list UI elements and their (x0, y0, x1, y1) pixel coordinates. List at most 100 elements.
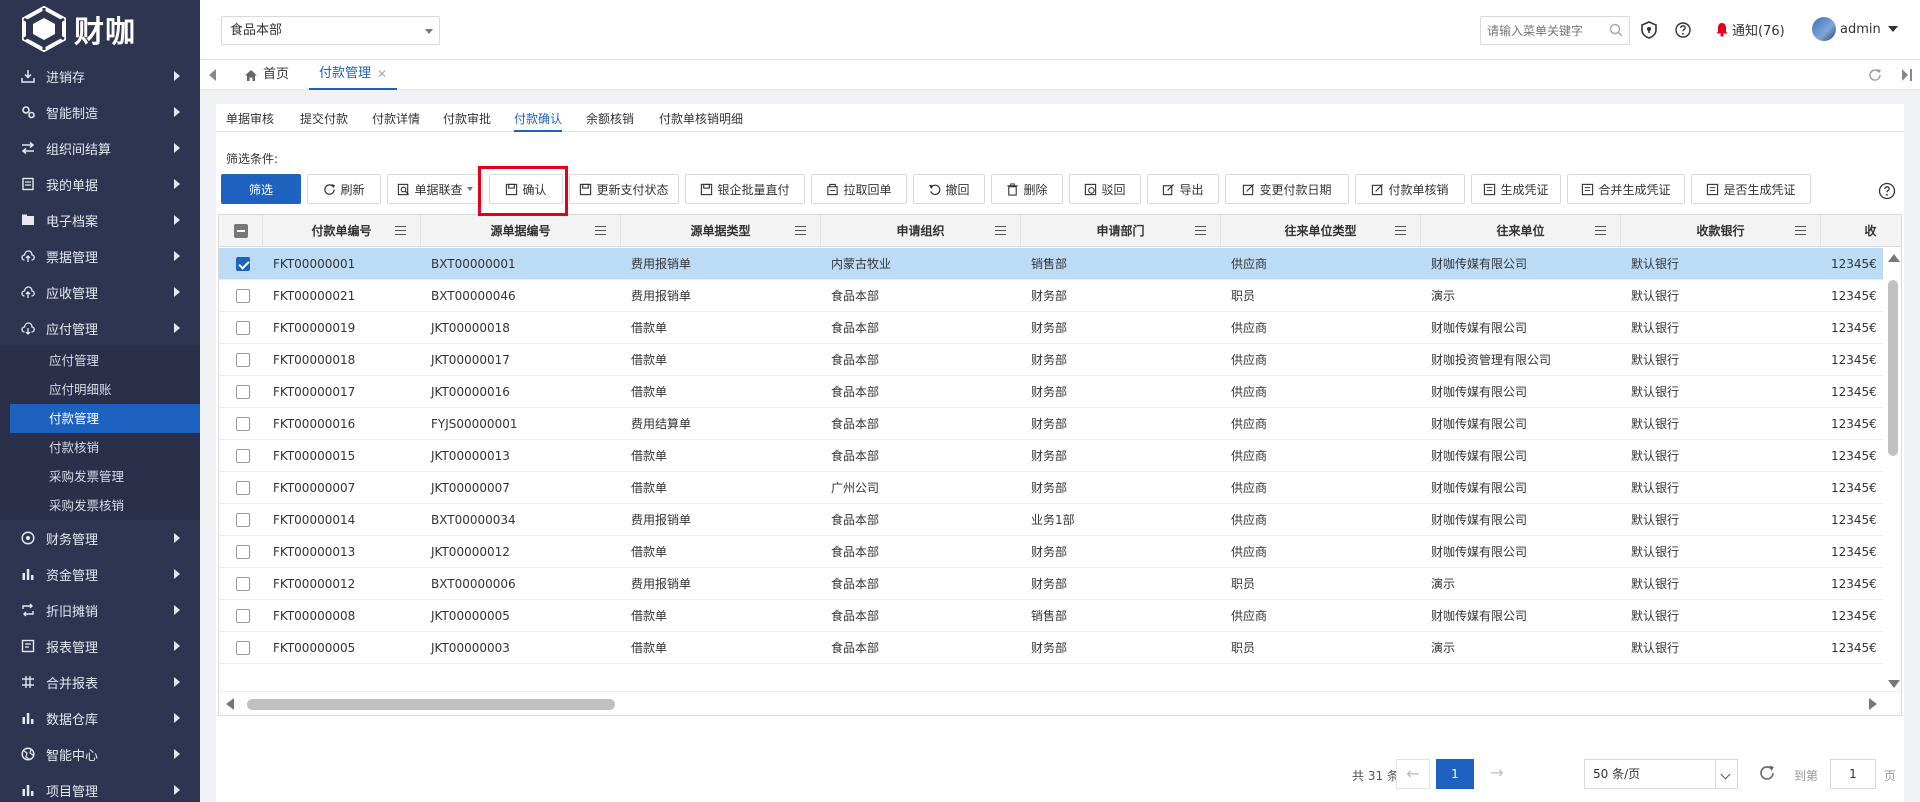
page-size-select[interactable]: 50 条/页 (1584, 759, 1738, 789)
bank-direct-pay-button[interactable]: 银企批量直付 (685, 174, 805, 204)
sidebar-item-menu-top-2[interactable]: 组织间结算 (0, 130, 200, 166)
column-header[interactable]: 付款单编号 (263, 215, 421, 247)
table-row[interactable]: FKT00000015 JKT00000013 借款单 食品本部 财务部 供应商 财咖传媒有… (219, 440, 1883, 472)
column-menu-icon[interactable] (1395, 226, 1406, 235)
menu-search-box[interactable] (1480, 16, 1630, 45)
sidebar-item-menu-top-7[interactable]: 应付管理 (0, 310, 200, 346)
sidebar-item-menu-bottom-2[interactable]: 折旧摊销 (0, 592, 200, 628)
row-checkbox[interactable] (236, 609, 250, 623)
scroll-up-icon[interactable] (1888, 254, 1900, 262)
tab-home[interactable]: 首页 (244, 60, 289, 90)
row-checkbox[interactable] (236, 289, 250, 303)
table-row[interactable]: FKT00000019 JKT00000018 借款单 食品本部 财务部 供应商 财咖传媒有… (219, 312, 1883, 344)
prev-page-button[interactable]: ← (1396, 759, 1430, 789)
column-header[interactable]: 收 (1821, 215, 1901, 247)
table-row[interactable]: FKT00000021 BXT00000046 费用报销单 食品本部 财务部 职员 演示 默认… (219, 280, 1883, 312)
sidebar-subitem-3[interactable]: 付款核销 (0, 433, 200, 462)
row-checkbox[interactable] (236, 321, 250, 335)
sidebar-item-menu-bottom-4[interactable]: 合并报表 (0, 664, 200, 700)
sidebar-item-menu-top-6[interactable]: 应收管理 (0, 274, 200, 310)
column-menu-icon[interactable] (795, 226, 806, 235)
column-header[interactable]: 源单据编号 (421, 215, 621, 247)
column-header[interactable]: 往来单位 (1421, 215, 1621, 247)
sidebar-subitem-0[interactable]: 应付管理 (0, 346, 200, 375)
column-menu-icon[interactable] (995, 226, 1006, 235)
table-row[interactable]: FKT00000012 BXT00000006 费用报销单 食品本部 财务部 职员 演示 默认… (219, 568, 1883, 600)
search-icon[interactable] (1609, 23, 1623, 40)
row-checkbox[interactable] (236, 545, 250, 559)
column-header[interactable]: 往来单位类型 (1221, 215, 1421, 247)
close-icon[interactable]: ✕ (377, 59, 387, 89)
row-checkbox[interactable] (236, 641, 250, 655)
table-row[interactable]: FKT00000017 JKT00000016 借款单 食品本部 财务部 供应商 财咖传媒有… (219, 376, 1883, 408)
row-checkbox[interactable] (236, 577, 250, 591)
notification-button[interactable]: 通知(76) (1715, 20, 1785, 39)
row-checkbox[interactable] (236, 449, 250, 463)
sidebar-item-menu-bottom-1[interactable]: 资金管理 (0, 556, 200, 592)
next-page-button[interactable]: → (1480, 759, 1514, 789)
is-voucher-generated-button[interactable]: 是否生成凭证 (1691, 174, 1811, 204)
sidebar-item-menu-bottom-3[interactable]: 报表管理 (0, 628, 200, 664)
horizontal-scrollbar[interactable] (219, 691, 1901, 715)
column-menu-icon[interactable] (595, 226, 606, 235)
subtab-2[interactable]: 付款详情 (372, 104, 420, 132)
row-checkbox[interactable] (236, 385, 250, 399)
row-checkbox[interactable] (236, 417, 250, 431)
tab-scroll-right-icon[interactable] (1900, 68, 1914, 85)
withdraw-button[interactable]: 撤回 (913, 174, 985, 204)
subtab-4[interactable]: 付款确认 (514, 104, 563, 132)
delete-button[interactable]: 删除 (991, 174, 1063, 204)
subtab-3[interactable]: 付款审批 (443, 104, 491, 132)
sidebar-subitem-2[interactable]: 付款管理 (10, 404, 200, 433)
sidebar-item-menu-bottom-0[interactable]: 财务管理 (0, 520, 200, 556)
table-row[interactable]: FKT00000005 JKT00000003 借款单 食品本部 财务部 职员 演示 默认银行… (219, 632, 1883, 664)
tab-payment-management[interactable]: 付款管理 ✕ (309, 59, 398, 90)
table-row[interactable]: FKT00000014 BXT00000034 费用报销单 食品本部 业务1部 供应商 财咖… (219, 504, 1883, 536)
column-menu-icon[interactable] (395, 226, 406, 235)
column-header[interactable]: 源单据类型 (621, 215, 821, 247)
sidebar-item-menu-bottom-7[interactable]: 项目管理 (0, 772, 200, 802)
help-circle-icon[interactable] (1878, 182, 1896, 203)
sidebar-subitem-4[interactable]: 采购发票管理 (0, 462, 200, 491)
organization-select[interactable]: 食品本部 (221, 16, 440, 45)
table-row[interactable]: FKT00000008 JKT00000005 借款单 食品本部 销售部 供应商 财咖传媒有… (219, 600, 1883, 632)
sidebar-item-menu-top-3[interactable]: 我的单据 (0, 166, 200, 202)
tab-scroll-left-icon[interactable] (209, 69, 216, 81)
scroll-down-icon[interactable] (1888, 680, 1900, 688)
help-question-icon[interactable] (1674, 21, 1692, 39)
sidebar-item-menu-top-0[interactable]: 进销存 (0, 58, 200, 94)
column-menu-icon[interactable] (1595, 226, 1606, 235)
user-menu[interactable]: admin (1812, 17, 1898, 41)
subtab-0[interactable]: 单据审核 (226, 104, 274, 132)
table-row[interactable]: FKT00000018 JKT00000017 借款单 食品本部 财务部 供应商 财咖投资管… (219, 344, 1883, 376)
scroll-left-icon[interactable] (226, 698, 234, 710)
payment-writeoff-button[interactable]: 付款单核销 (1355, 174, 1465, 204)
subtab-6[interactable]: 付款单核销明细 (659, 104, 743, 132)
menu-search-input[interactable] (1487, 17, 1607, 44)
filter-button[interactable]: 筛选 (221, 174, 301, 204)
column-header[interactable]: 申请部门 (1021, 215, 1221, 247)
horizontal-scroll-thumb[interactable] (247, 699, 615, 710)
column-menu-icon[interactable] (1795, 226, 1806, 235)
column-header[interactable]: 申请组织 (821, 215, 1021, 247)
sidebar-item-menu-top-5[interactable]: 票据管理 (0, 238, 200, 274)
row-checkbox[interactable] (236, 353, 250, 367)
sidebar-item-menu-bottom-5[interactable]: 数据仓库 (0, 700, 200, 736)
row-checkbox[interactable] (236, 513, 250, 527)
refresh-button[interactable]: 刷新 (307, 174, 381, 204)
row-checkbox[interactable] (236, 481, 250, 495)
change-payment-date-button[interactable]: 变更付款日期 (1225, 174, 1349, 204)
column-header[interactable]: 收款银行 (1621, 215, 1821, 247)
pull-receipt-button[interactable]: 拉取回单 (811, 174, 907, 204)
page-number-current[interactable]: 1 (1436, 759, 1474, 789)
page-refresh-icon[interactable] (1758, 764, 1776, 785)
merge-voucher-button[interactable]: 合并生成凭证 (1567, 174, 1685, 204)
row-checkbox[interactable] (236, 257, 250, 271)
scroll-right-icon[interactable] (1869, 698, 1877, 710)
table-row[interactable]: FKT00000016 FYJS00000001 费用结算单 食品本部 财务部 供应商 财咖… (219, 408, 1883, 440)
table-row[interactable]: FKT00000007JKT00000004借款单食品本部财务部供应商深圳如亨有… (219, 664, 1883, 672)
vertical-scrollbar[interactable] (1883, 248, 1901, 715)
select-all-checkbox[interactable] (233, 224, 248, 238)
sidebar-subitem-5[interactable]: 采购发票核销 (0, 491, 200, 520)
sidebar-subitem-1[interactable]: 应付明细账 (0, 375, 200, 404)
